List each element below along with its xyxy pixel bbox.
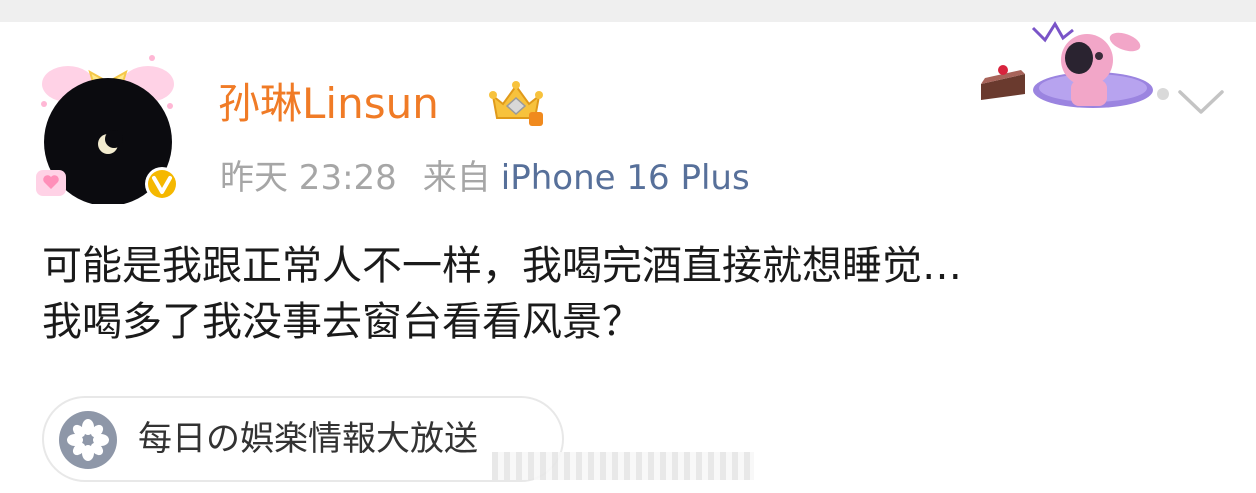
verified-badge-icon xyxy=(145,167,179,201)
post-meta: 昨天 23:28 来自 iPhone 16 Plus xyxy=(220,152,750,204)
topic-chip[interactable]: 每日の娯楽情報大放送 xyxy=(42,396,564,482)
watermark-blur xyxy=(492,452,754,480)
source-prefix: 来自 xyxy=(422,158,491,198)
chevron-down-icon[interactable] xyxy=(1174,84,1228,120)
source-device[interactable]: iPhone 16 Plus xyxy=(501,158,750,198)
post-text-line: 可能是我跟正常人不一样，我喝完酒直接就想睡觉… xyxy=(42,243,962,289)
post-body: 可能是我跟正常人不一样，我喝完酒直接就想睡觉… 我喝多了我没事去窗台看看风景？ xyxy=(42,238,1232,350)
post-time: 昨天 23:28 xyxy=(220,158,397,198)
author-name[interactable]: 孙琳Linsun xyxy=(218,78,439,130)
topic-label: 每日の娯楽情報大放送 xyxy=(138,419,478,459)
avatar[interactable] xyxy=(28,44,188,204)
post-text-line: 我喝多了我没事去窗台看看风景？ xyxy=(42,299,642,345)
crown-membership-badge-icon[interactable] xyxy=(485,78,547,128)
top-divider xyxy=(0,0,1256,22)
card-decoration-sticker xyxy=(981,21,1169,108)
weibo-post-card: 孙琳Linsun 昨天 23:28 来自 iPhone 16 Plus 可能是我跟正… xyxy=(0,0,1256,493)
flower-topic-icon xyxy=(59,411,117,469)
